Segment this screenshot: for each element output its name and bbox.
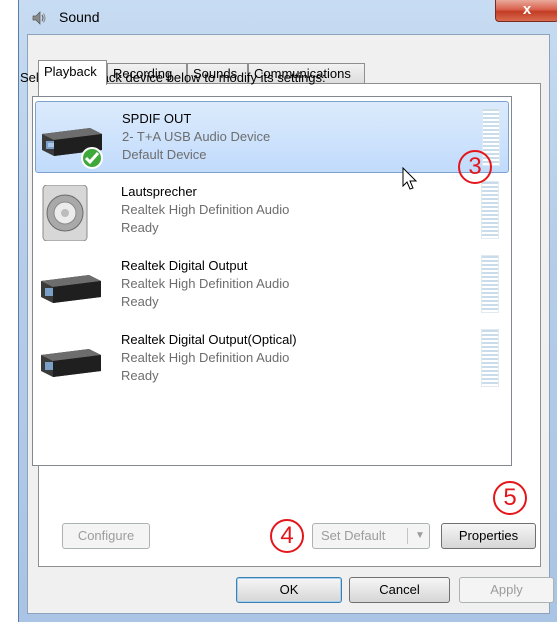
chevron-down-icon[interactable]: ▼ (415, 524, 425, 548)
close-icon: x (522, 1, 532, 18)
device-description: Realtek High Definition Audio (121, 350, 290, 365)
ok-button[interactable]: OK (236, 577, 342, 603)
device-description: Realtek High Definition Audio (121, 202, 290, 217)
device-status: Ready (121, 220, 159, 235)
device-name: Realtek Digital Output (121, 258, 248, 273)
cancel-button[interactable]: Cancel (349, 577, 450, 603)
digital-output-device-icon (41, 349, 101, 377)
speaker-icon (32, 11, 46, 25)
device-description: Realtek High Definition Audio (121, 276, 290, 291)
device-status: Ready (121, 294, 159, 309)
split-divider (407, 528, 408, 544)
mouse-cursor-icon (402, 167, 418, 190)
close-button[interactable]: x (495, 0, 557, 22)
device-name: SPDIF OUT (122, 111, 192, 126)
set-default-split-button[interactable]: Set Default ▼ (312, 523, 430, 549)
tab-playback[interactable]: Playback (38, 60, 107, 85)
device-item-realtek-digital-output-optical[interactable]: Realtek Digital Output(Optical) Realtek … (35, 323, 509, 395)
volume-level-meter (481, 329, 499, 387)
default-check-icon (81, 147, 103, 169)
set-default-label: Set Default (321, 528, 386, 543)
speaker-device-icon (42, 185, 88, 241)
configure-button[interactable]: Configure (62, 523, 150, 549)
device-item-spdif-out[interactable]: SPDIF OUT 2- T+A USB Audio Device Defaul… (35, 101, 509, 173)
device-item-lautsprecher[interactable]: Lautsprecher Realtek High Definition Aud… (35, 175, 509, 247)
title-bar[interactable]: Sound x (19, 0, 557, 34)
window-title: Sound (59, 9, 100, 25)
device-name: Realtek Digital Output(Optical) (121, 332, 297, 347)
device-status: Ready (121, 368, 159, 383)
annotation-marker-4: 4 (270, 519, 304, 553)
device-description: 2- T+A USB Audio Device (122, 129, 271, 144)
device-status: Default Device (122, 147, 207, 162)
properties-button[interactable]: Properties (441, 523, 536, 549)
annotation-marker-5: 5 (493, 481, 527, 515)
tab-label: Playback (44, 64, 97, 79)
device-name: Lautsprecher (121, 184, 197, 199)
annotation-marker-3: 3 (458, 150, 492, 184)
digital-output-device-icon (41, 275, 101, 303)
device-item-realtek-digital-output[interactable]: Realtek Digital Output Realtek High Defi… (35, 249, 509, 321)
volume-level-meter (481, 181, 499, 239)
playback-device-list[interactable]: SPDIF OUT 2- T+A USB Audio Device Defaul… (32, 96, 512, 466)
volume-level-meter (481, 255, 499, 313)
apply-button[interactable]: Apply (459, 577, 554, 603)
